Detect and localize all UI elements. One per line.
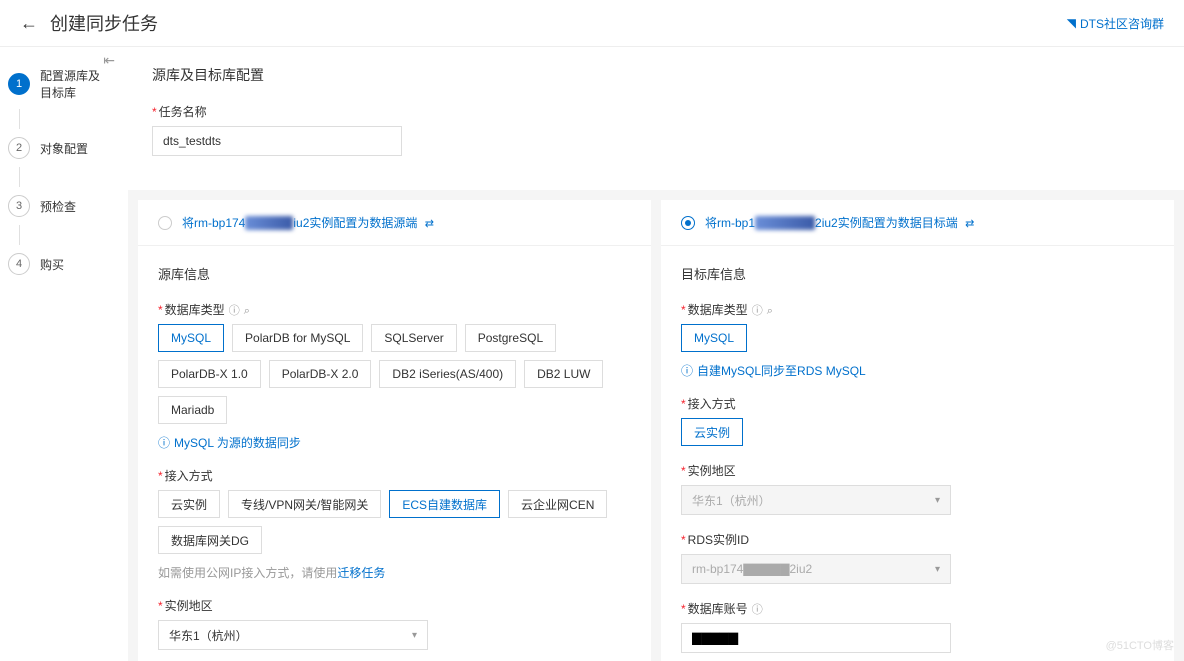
chevron-down-icon: ▾ — [935, 495, 940, 506]
target-radio-header[interactable]: 将rm-bp1xxxxxxxxxx2iu2实例配置为数据目标端 ⇄ — [661, 200, 1174, 246]
step-number: 4 — [8, 253, 30, 275]
sidebar-collapse-icon[interactable]: ⇤ — [103, 52, 115, 69]
target-region-select[interactable]: 华东1（杭州）▾ — [681, 485, 951, 515]
question-icon: ⓘ — [158, 434, 170, 451]
target-account-input[interactable] — [681, 623, 951, 653]
access-hint: 如需使用公网IP接入方式，请使用迁移任务 — [158, 564, 631, 581]
source-db-type-option[interactable]: DB2 iSeries(AS/400) — [379, 360, 516, 388]
section-title: 源库及目标库配置 — [152, 65, 1160, 85]
step-label: 对象配置 — [40, 140, 88, 157]
source-access-option[interactable]: 云实例 — [158, 490, 220, 518]
source-access-option[interactable]: 云企业网CEN — [508, 490, 607, 518]
source-db-type-option[interactable]: MySQL — [158, 324, 224, 352]
step-connector — [19, 225, 20, 245]
target-db-type-label: *数据库类型ⓘ⌕ — [681, 301, 1154, 318]
source-access-option[interactable]: 数据库网关DG — [158, 526, 262, 554]
source-db-type-option[interactable]: PolarDB-X 2.0 — [269, 360, 372, 388]
page-title: 创建同步任务 — [50, 10, 158, 36]
source-db-type-label: *数据库类型ⓘ⌕ — [158, 301, 631, 318]
step-label: 购买 — [40, 256, 64, 273]
step-label: 配置源库及目标库 — [40, 67, 103, 101]
target-radio-label: 将rm-bp1xxxxxxxxxx2iu2实例配置为数据目标端 ⇄ — [705, 214, 974, 231]
source-info-title: 源库信息 — [158, 264, 631, 283]
source-db-type-option[interactable]: PolarDB for MySQL — [232, 324, 363, 352]
task-name-label: *任务名称 — [152, 103, 1160, 120]
chevron-down-icon: ▾ — [935, 564, 940, 575]
question-icon: ⓘ — [681, 362, 693, 379]
migrate-task-link[interactable]: 迁移任务 — [337, 566, 385, 580]
source-db-type-option[interactable]: SQLServer — [371, 324, 456, 352]
swap-icon[interactable]: ⇄ — [965, 218, 974, 230]
search-icon[interactable]: ⌕ — [767, 305, 773, 317]
source-access-label: *接入方式 — [158, 467, 631, 484]
radio-checked-icon[interactable] — [681, 216, 695, 230]
target-rds-select[interactable]: rm-bp174▇▇▇▇▇2iu2▾ — [681, 554, 951, 584]
step-connector — [19, 167, 20, 187]
step-1[interactable]: 1 配置源库及目标库 — [8, 67, 103, 101]
source-sync-link[interactable]: ⓘMySQL 为源的数据同步 — [158, 434, 301, 451]
source-db-type-option[interactable]: DB2 LUW — [524, 360, 603, 388]
target-access-option[interactable]: 云实例 — [681, 418, 743, 446]
community-link[interactable]: ◥ DTS社区咨询群 — [1067, 15, 1164, 32]
step-number: 2 — [8, 137, 30, 159]
flag-icon: ◥ — [1067, 16, 1076, 30]
step-label: 预检查 — [40, 198, 76, 215]
source-db-type-option[interactable]: PostgreSQL — [465, 324, 556, 352]
step-2[interactable]: 2 对象配置 — [8, 137, 120, 159]
source-access-option[interactable]: ECS自建数据库 — [389, 490, 500, 518]
target-access-label: *接入方式 — [681, 395, 1154, 412]
back-arrow-icon[interactable]: ← — [20, 13, 38, 34]
target-rds-label: *RDS实例ID — [681, 531, 1154, 548]
target-account-label: *数据库账号ⓘ — [681, 600, 1154, 617]
help-icon[interactable]: ⓘ — [752, 305, 763, 317]
help-icon[interactable]: ⓘ — [229, 305, 240, 317]
source-access-option[interactable]: 专线/VPN网关/智能网关 — [228, 490, 381, 518]
step-3[interactable]: 3 预检查 — [8, 195, 120, 217]
target-info-title: 目标库信息 — [681, 264, 1154, 283]
search-icon[interactable]: ⌕ — [244, 305, 250, 317]
swap-icon[interactable]: ⇄ — [425, 218, 434, 230]
source-region-label: *实例地区 — [158, 597, 631, 614]
radio-unchecked-icon[interactable] — [158, 216, 172, 230]
target-region-label: *实例地区 — [681, 462, 1154, 479]
step-4[interactable]: 4 购买 — [8, 253, 120, 275]
target-sync-link[interactable]: ⓘ自建MySQL同步至RDS MySQL — [681, 362, 866, 379]
source-radio-label: 将rm-bp174xxxxxxxxiu2实例配置为数据源端 ⇄ — [182, 214, 434, 231]
watermark: @51CTO博客 — [1106, 637, 1174, 653]
source-radio-header[interactable]: 将rm-bp174xxxxxxxxiu2实例配置为数据源端 ⇄ — [138, 200, 651, 246]
help-icon[interactable]: ⓘ — [752, 604, 763, 616]
step-number: 3 — [8, 195, 30, 217]
task-name-input[interactable] — [152, 126, 402, 156]
source-db-type-option[interactable]: Mariadb — [158, 396, 227, 424]
step-number: 1 — [8, 73, 30, 95]
step-connector — [19, 109, 20, 129]
chevron-down-icon: ▾ — [412, 630, 417, 641]
source-db-type-option[interactable]: PolarDB-X 1.0 — [158, 360, 261, 388]
target-db-type-option[interactable]: MySQL — [681, 324, 747, 352]
source-region-select[interactable]: 华东1（杭州）▾ — [158, 620, 428, 650]
